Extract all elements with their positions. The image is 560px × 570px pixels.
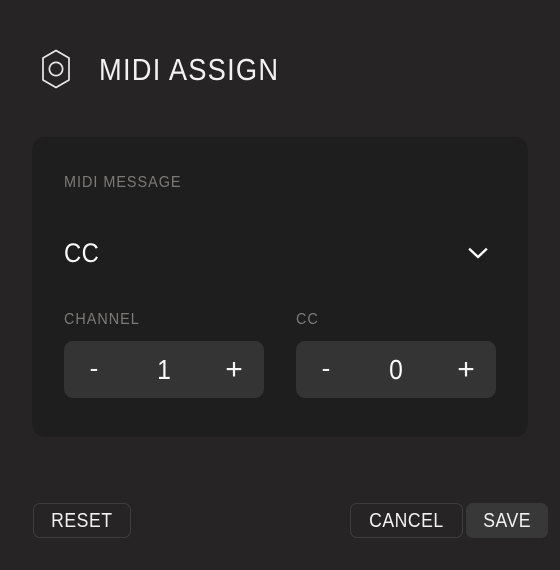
page-title: MIDI ASSIGN (99, 51, 280, 87)
channel-value: 1 (157, 353, 171, 385)
save-button-label: SAVE (483, 509, 532, 532)
cc-decrement-button[interactable]: - (299, 342, 353, 397)
midi-message-label: MIDI MESSAGE (64, 174, 182, 191)
cc-label: CC (296, 311, 319, 328)
dialog-header: MIDI ASSIGN (33, 42, 304, 96)
channel-stepper: - 1 + (64, 341, 264, 398)
cc-increment-button[interactable]: + (439, 342, 493, 397)
cc-field: CC - 0 + (296, 312, 496, 398)
chevron-down-icon[interactable] (466, 241, 490, 265)
midi-message-select[interactable]: CC (64, 232, 496, 274)
channel-label: CHANNEL (64, 311, 140, 328)
channel-decrement-button[interactable]: - (67, 342, 121, 397)
midi-message-group: MIDI MESSAGE (64, 175, 496, 191)
cc-stepper: - 0 + (296, 341, 496, 398)
midi-assign-dialog: MIDI ASSIGN MIDI MESSAGE CC CHANNEL - 1 … (0, 0, 560, 570)
channel-increment-button[interactable]: + (207, 342, 261, 397)
dialog-footer: RESET CANCEL SAVE (0, 503, 560, 538)
save-button[interactable]: SAVE (466, 503, 549, 538)
cc-value: 0 (389, 353, 403, 385)
reset-button-label: RESET (51, 509, 113, 532)
cancel-button-label: CANCEL (369, 509, 444, 532)
midi-message-value: CC (64, 237, 100, 268)
settings-panel: MIDI MESSAGE CC CHANNEL - 1 + CC - 0 + (32, 137, 528, 437)
cancel-button[interactable]: CANCEL (350, 503, 463, 538)
hexagon-nut-icon (33, 46, 79, 92)
channel-field: CHANNEL - 1 + (64, 312, 264, 398)
reset-button[interactable]: RESET (33, 503, 131, 538)
